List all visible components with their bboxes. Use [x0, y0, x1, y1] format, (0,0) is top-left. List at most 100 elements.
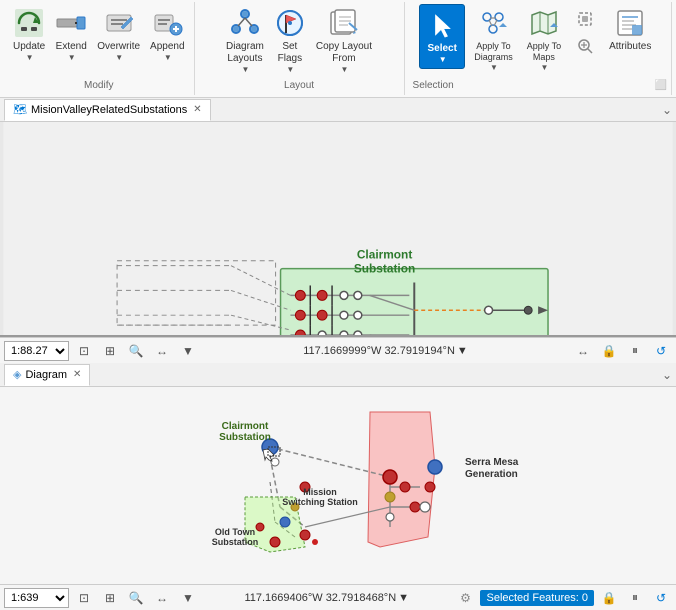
svg-text:Clairmont: Clairmont [357, 248, 412, 262]
mision-valley-tab-close[interactable]: ✕ [193, 104, 201, 115]
top-map-view: Clairmont Substation [0, 122, 676, 337]
top-coord-dropdown[interactable]: ▼ [457, 345, 468, 357]
apply-diagrams-dropdown[interactable]: ▼ [490, 63, 498, 72]
diagram-layouts-label: Diagram Layouts [226, 41, 264, 65]
top-map-toolbar: 1:88.27 ⊡ ⊞ 🔍 ↔ ▼ 117.1669999°W 32.79191… [0, 337, 676, 363]
extend-dropdown-arrow[interactable]: ▼ [68, 53, 76, 62]
diagram-tab-icon: ◈ [13, 368, 21, 381]
diagram-tab[interactable]: ◈ Diagram ✕ [4, 364, 90, 386]
svg-text:Generation: Generation [465, 469, 518, 480]
overwrite-label: Overwrite [97, 41, 140, 53]
navigate-button[interactable]: ↔ [151, 340, 173, 362]
overwrite-button[interactable]: Overwrite ▼ [92, 4, 145, 65]
attributes-icon [614, 7, 646, 39]
zoom-icon [575, 36, 595, 56]
append-button[interactable]: Append ▼ [145, 4, 189, 65]
svg-text:Switching Station: Switching Station [282, 497, 358, 507]
copy-layout-button[interactable]: Copy Layout From ▼ [311, 4, 377, 77]
select-icon [426, 9, 458, 41]
svg-text:Substation: Substation [354, 262, 415, 276]
lock-scale-button[interactable]: 🔒 [598, 340, 620, 362]
overwrite-dropdown-arrow[interactable]: ▼ [115, 53, 123, 62]
svg-text:Mission: Mission [303, 487, 337, 497]
apply-to-diagrams-button[interactable]: Apply To Diagrams ▼ [469, 4, 518, 75]
diagram-layouts-icon [229, 7, 261, 39]
modify-group-label: Modify [4, 80, 194, 91]
zoom-button[interactable] [570, 33, 600, 59]
bottom-tab-expand[interactable]: ⌄ [662, 368, 672, 382]
diagram-tab-label: Diagram [25, 369, 67, 381]
set-flags-dropdown[interactable]: ▼ [286, 65, 294, 74]
top-tab-expand[interactable]: ⌄ [662, 103, 672, 117]
update-icon [13, 7, 45, 39]
set-flags-icon [274, 7, 306, 39]
bottom-coord-dropdown[interactable]: ▼ [398, 592, 409, 604]
svg-text:Serra Mesa: Serra Mesa [465, 457, 519, 468]
top-coordinates-display[interactable]: 117.1669999°W 32.7919194°N ▼ [203, 345, 568, 357]
bottom-coordinates-display[interactable]: 117.1669406°W 32.7918468°N ▼ [203, 592, 450, 604]
copy-layout-label: Copy Layout From [316, 41, 372, 65]
copy-layout-dropdown[interactable]: ▼ [340, 65, 348, 74]
top-tab-bar: 🗺 MisionValleyRelatedSubstations ✕ ⌄ [0, 98, 676, 122]
navigate-button-bottom[interactable]: ↔ [151, 587, 173, 609]
record-button[interactable]: ⏸ [624, 340, 646, 362]
top-coordinates-text: 117.1669999°W 32.7919194°N [303, 345, 455, 357]
ribbon-group-modify: Update ▼ Extend ▼ [4, 2, 195, 95]
select-label: Select [427, 43, 456, 55]
ribbon-content: Update ▼ Extend ▼ [0, 0, 676, 97]
svg-text:Clairmont: Clairmont [222, 421, 269, 432]
refresh-button-bottom[interactable]: ↺ [650, 587, 672, 609]
zoom-in-button-bottom[interactable]: 🔍 [125, 587, 147, 609]
selection-group-label: Selection [413, 80, 454, 91]
more-tools-button[interactable]: ▼ [177, 340, 199, 362]
zoom-extent-button[interactable]: ⊡ [73, 340, 95, 362]
small-icons-stack [570, 4, 600, 77]
append-icon [151, 7, 183, 39]
bottom-zoom-select[interactable]: 1:639 [4, 588, 69, 608]
sync-icon-bottom[interactable]: ⚙ [454, 587, 476, 609]
sync-button-top[interactable]: ↔ [572, 340, 594, 362]
selected-features-text: Selected Features: 0 [480, 590, 594, 606]
select-button[interactable]: Select ▼ [419, 4, 465, 69]
full-extent-button-bottom[interactable]: ⊞ [99, 587, 121, 609]
diagram-layouts-dropdown[interactable]: ▼ [241, 65, 249, 74]
extend-icon [55, 7, 87, 39]
apply-to-diagrams-label: Apply To Diagrams [474, 41, 513, 63]
apply-to-diagrams-icon [477, 7, 509, 39]
svg-text:Substation: Substation [219, 432, 271, 443]
more-tools-button-bottom[interactable]: ▼ [177, 587, 199, 609]
append-label: Append [150, 41, 184, 53]
mision-valley-tab-label: MisionValleyRelatedSubstations [31, 104, 187, 116]
select-dropdown[interactable]: ▼ [439, 55, 447, 64]
top-zoom-select[interactable]: 1:88.27 [4, 341, 69, 361]
top-map-diagram: Clairmont Substation [0, 122, 676, 335]
ribbon-group-selection: Select ▼ [405, 2, 672, 95]
set-flags-button[interactable]: Set Flags ▼ [269, 4, 311, 77]
extend-button[interactable]: Extend ▼ [50, 4, 92, 65]
attributes-button[interactable]: Attributes [604, 4, 656, 56]
pan-button[interactable] [570, 6, 600, 32]
full-extent-button[interactable]: ⊞ [99, 340, 121, 362]
set-flags-label: Set Flags [278, 41, 302, 65]
pan-icon [575, 9, 595, 29]
diagram-tab-close[interactable]: ✕ [73, 369, 81, 380]
map-tab-icon: 🗺 [13, 103, 27, 116]
layout-group-label: Layout [195, 80, 404, 91]
record-button-bottom[interactable]: ⏸ [624, 587, 646, 609]
apply-to-maps-icon [528, 7, 560, 39]
update-button[interactable]: Update ▼ [8, 4, 50, 65]
lock-scale-button-bottom[interactable]: 🔒 [598, 587, 620, 609]
update-dropdown-arrow[interactable]: ▼ [26, 53, 34, 62]
bottom-coordinates-text: 117.1669406°W 32.7918468°N [244, 592, 396, 604]
mision-valley-tab[interactable]: 🗺 MisionValleyRelatedSubstations ✕ [4, 99, 211, 121]
zoom-extent-button-bottom[interactable]: ⊡ [73, 587, 95, 609]
bottom-diagram: Clairmont Substation Mission Switching S… [0, 387, 676, 584]
append-dropdown-arrow[interactable]: ▼ [164, 53, 172, 62]
refresh-button-top[interactable]: ↺ [650, 340, 672, 362]
apply-maps-dropdown[interactable]: ▼ [540, 63, 548, 72]
diagram-layouts-button[interactable]: Diagram Layouts ▼ [221, 4, 269, 77]
bottom-tab-bar: ◈ Diagram ✕ ⌄ [0, 363, 676, 387]
selection-expand-button[interactable]: ⬜ [655, 80, 667, 91]
zoom-in-button[interactable]: 🔍 [125, 340, 147, 362]
apply-to-maps-button[interactable]: Apply To Maps ▼ [522, 4, 566, 75]
